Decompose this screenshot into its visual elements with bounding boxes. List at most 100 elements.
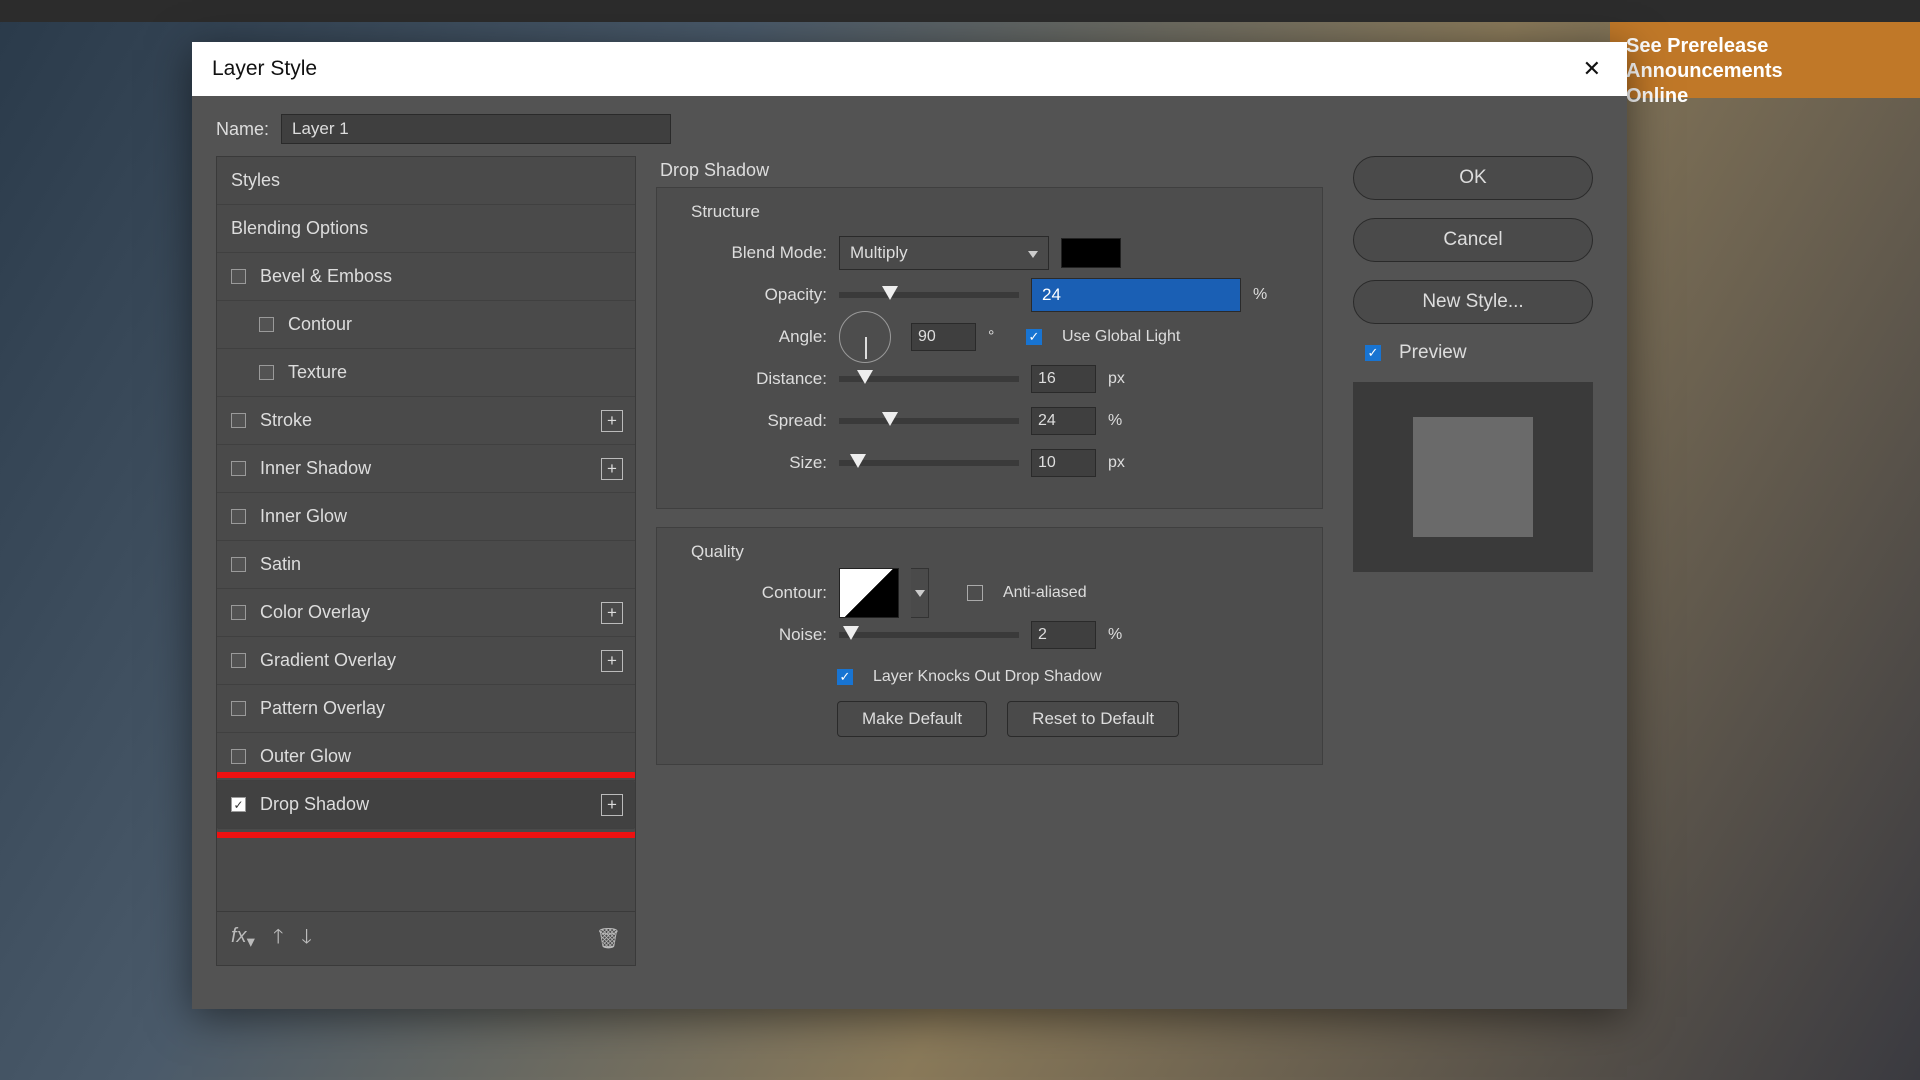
preview-checkbox[interactable]	[1365, 345, 1381, 361]
preview-label: Preview	[1399, 342, 1467, 364]
style-checkbox[interactable]	[231, 605, 246, 620]
group-structure: Structure Blend Mode: Multiply Opacity: …	[656, 187, 1323, 509]
add-instance-icon[interactable]: +	[601, 410, 623, 432]
size-input[interactable]	[1031, 449, 1096, 477]
blend-mode-label: Blend Mode:	[677, 243, 827, 263]
group-quality: Quality Contour: Anti-aliased Noise: %	[656, 527, 1323, 765]
trash-icon[interactable]: 🗑	[596, 926, 621, 951]
ok-button[interactable]: OK	[1353, 156, 1593, 200]
styles-sidebar: StylesBlending Options Bevel & Emboss Cont…	[216, 156, 636, 966]
panel-title: Drop Shadow	[660, 160, 1323, 181]
style-item-bevel-emboss[interactable]: Bevel & Emboss	[217, 253, 635, 301]
shadow-color-swatch[interactable]	[1061, 238, 1121, 268]
opacity-input[interactable]	[1031, 278, 1241, 312]
style-item-satin[interactable]: Satin	[217, 541, 635, 589]
blending-options-header[interactable]: Blending Options	[217, 205, 635, 253]
style-item-inner-glow[interactable]: Inner Glow	[217, 493, 635, 541]
style-checkbox[interactable]	[231, 797, 246, 812]
distance-input[interactable]	[1031, 365, 1096, 393]
move-up-icon[interactable]: 🡑	[273, 922, 283, 956]
global-light-label: Use Global Light	[1062, 328, 1180, 346]
style-item-label: Inner Glow	[260, 506, 347, 527]
angle-dial[interactable]	[839, 311, 891, 363]
style-checkbox[interactable]	[231, 749, 246, 764]
style-item-label: Satin	[260, 554, 301, 575]
distance-slider[interactable]	[839, 376, 1019, 382]
style-checkbox[interactable]	[231, 413, 246, 428]
style-checkbox[interactable]	[231, 557, 246, 572]
style-item-label: Bevel & Emboss	[260, 266, 392, 287]
noise-input[interactable]	[1031, 621, 1096, 649]
noise-label: Noise:	[677, 625, 827, 645]
name-label: Name:	[216, 119, 269, 140]
style-item-label: Texture	[288, 362, 347, 383]
knockout-label: Layer Knocks Out Drop Shadow	[873, 668, 1102, 686]
style-checkbox[interactable]	[259, 317, 274, 332]
angle-input[interactable]	[911, 323, 976, 351]
style-item-stroke[interactable]: Stroke +	[217, 397, 635, 445]
blend-mode-value: Multiply	[850, 243, 908, 263]
style-item-drop-shadow[interactable]: Drop Shadow+	[217, 781, 635, 829]
add-instance-icon[interactable]: +	[601, 794, 623, 816]
chevron-down-icon	[1028, 243, 1038, 263]
styles-footer: fx▾ 🡑 🡓 🗑	[217, 911, 635, 965]
noise-slider[interactable]	[839, 632, 1019, 638]
anti-aliased-checkbox[interactable]	[967, 585, 983, 601]
opacity-label: Opacity:	[677, 285, 827, 305]
add-instance-icon[interactable]: +	[601, 602, 623, 624]
global-light-checkbox[interactable]	[1026, 329, 1042, 345]
prerelease-banner[interactable]: See Prerelease Announcements Online	[1610, 22, 1920, 98]
dialog-titlebar: Layer Style ✕	[192, 42, 1627, 96]
noise-unit: %	[1108, 626, 1134, 644]
add-instance-icon[interactable]: +	[601, 458, 623, 480]
style-checkbox[interactable]	[231, 509, 246, 524]
make-default-button[interactable]: Make Default	[837, 701, 987, 737]
style-checkbox[interactable]	[231, 701, 246, 716]
size-unit: px	[1108, 454, 1134, 472]
style-item-outer-glow[interactable]: Outer Glow	[217, 733, 635, 781]
knockout-checkbox[interactable]	[837, 669, 853, 685]
style-checkbox[interactable]	[231, 269, 246, 284]
style-checkbox[interactable]	[231, 461, 246, 476]
style-item-label: Stroke	[260, 410, 312, 431]
spread-slider[interactable]	[839, 418, 1019, 424]
style-item-inner-shadow[interactable]: Inner Shadow +	[217, 445, 635, 493]
style-item-pattern-overlay[interactable]: Pattern Overlay	[217, 685, 635, 733]
layer-name-input[interactable]	[281, 114, 671, 144]
style-item-label: Contour	[288, 314, 352, 335]
spread-input[interactable]	[1031, 407, 1096, 435]
style-checkbox[interactable]	[231, 653, 246, 668]
preview-thumbnail	[1353, 382, 1593, 572]
dialog-title: Layer Style	[212, 57, 317, 81]
fx-icon[interactable]: fx▾	[231, 925, 255, 952]
group-quality-label: Quality	[685, 542, 750, 562]
distance-unit: px	[1108, 370, 1134, 388]
spread-label: Spread:	[677, 411, 827, 431]
add-instance-icon[interactable]: +	[601, 650, 623, 672]
close-button[interactable]: ✕	[1577, 50, 1607, 88]
reset-default-button[interactable]: Reset to Default	[1007, 701, 1179, 737]
contour-dropdown[interactable]	[911, 568, 929, 618]
style-item-color-overlay[interactable]: Color Overlay+	[217, 589, 635, 637]
style-item-contour[interactable]: Contour	[217, 301, 635, 349]
style-checkbox[interactable]	[259, 365, 274, 380]
preview-inner	[1413, 417, 1533, 537]
new-style-button[interactable]: New Style...	[1353, 280, 1593, 324]
cancel-button[interactable]: Cancel	[1353, 218, 1593, 262]
style-item-label: Pattern Overlay	[260, 698, 385, 719]
blend-mode-select[interactable]: Multiply	[839, 236, 1049, 270]
style-item-label: Inner Shadow	[260, 458, 371, 479]
style-item-label: Gradient Overlay	[260, 650, 396, 671]
styles-header[interactable]: Styles	[217, 157, 635, 205]
spread-unit: %	[1108, 412, 1134, 430]
size-slider[interactable]	[839, 460, 1019, 466]
move-down-icon[interactable]: 🡓	[301, 922, 311, 956]
contour-preset[interactable]	[839, 568, 899, 618]
contour-label: Contour:	[677, 583, 827, 603]
app-top-bar	[0, 0, 1920, 22]
style-item-texture[interactable]: Texture	[217, 349, 635, 397]
style-item-gradient-overlay[interactable]: Gradient Overlay +	[217, 637, 635, 685]
opacity-slider[interactable]	[839, 292, 1019, 298]
angle-unit: °	[988, 328, 1014, 346]
chevron-down-icon	[915, 584, 925, 602]
